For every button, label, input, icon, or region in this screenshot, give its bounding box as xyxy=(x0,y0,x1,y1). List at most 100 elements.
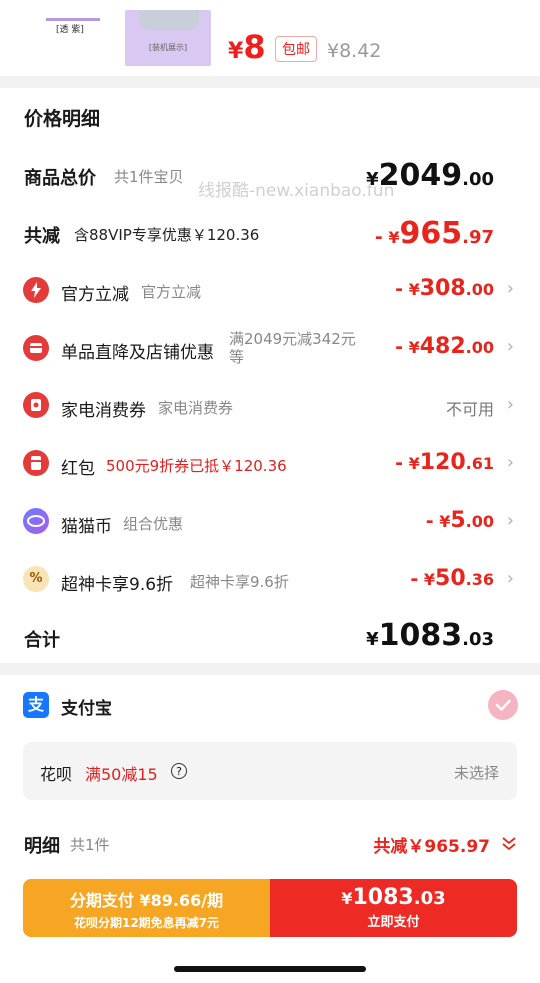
product-thumbnail-small[interactable]: [透 紫] xyxy=(38,4,106,44)
row-sub-line: 满2049元减342元 xyxy=(229,330,356,348)
row-amount[interactable]: - ¥50.36 xyxy=(410,566,494,591)
currency-symbol: ¥ xyxy=(228,39,244,64)
amount-decimal: .61 xyxy=(465,454,494,473)
thumbnail-label: [装机展示] xyxy=(148,43,188,52)
amount-integer: 482 xyxy=(419,334,466,359)
currency-symbol: ¥ xyxy=(423,570,436,589)
amount-integer: 1083 xyxy=(352,885,414,910)
chevron-right-icon[interactable]: › xyxy=(507,394,514,415)
amount-decimal: .03 xyxy=(413,888,446,909)
installment-sub-text: 花呗分期12期免息再减7元 xyxy=(73,916,220,930)
total-amount: ¥2049.00 xyxy=(366,158,494,193)
section-title: 价格明细 xyxy=(24,108,101,130)
breakdown-count: 共1件 xyxy=(70,836,110,854)
price-value: 8 xyxy=(243,28,266,66)
vip-discount-note: 含88VIP专享优惠￥120.36 xyxy=(74,226,260,244)
minus-sign: - xyxy=(395,336,403,358)
amount-decimal: .97 xyxy=(462,227,494,248)
minus-sign: - xyxy=(410,568,419,590)
status-text[interactable]: 不可用 xyxy=(446,396,494,420)
row-label[interactable]: 官方立减 xyxy=(61,280,129,305)
currency-symbol: ¥ xyxy=(341,889,353,908)
row-sub: 官方立减 xyxy=(141,283,202,301)
thumbnail-label: [透 紫] xyxy=(56,25,84,35)
shop-icon xyxy=(23,335,49,361)
pay-amount: ¥1083.03 xyxy=(270,885,517,910)
amount-integer: 5 xyxy=(450,508,466,533)
double-chevron-down-icon[interactable] xyxy=(500,834,518,856)
thumbnail-graphic xyxy=(46,10,100,21)
row-label[interactable]: 红包 xyxy=(61,454,95,479)
payment-method-label[interactable]: 支付宝 xyxy=(61,694,112,719)
huabei-promo: 满50减15 xyxy=(85,765,158,784)
section-divider xyxy=(0,76,540,88)
currency-symbol: ¥ xyxy=(366,629,379,650)
chevron-right-icon[interactable]: › xyxy=(507,336,514,357)
pay-now-label: 立即支付 xyxy=(367,915,420,930)
amount-decimal: .00 xyxy=(465,280,494,299)
total-count: 共1件宝贝 xyxy=(114,168,184,186)
row-sub: 超神卡享9.6折 xyxy=(190,573,289,591)
installment-pay-button[interactable]: 分期支付 ¥89.66/期 花呗分期12期免息再减7元 xyxy=(23,879,270,937)
currency-symbol: ¥ xyxy=(408,454,420,473)
product-price: ¥8 xyxy=(228,28,266,66)
amount-integer: 2049 xyxy=(378,158,463,193)
row-label[interactable]: 家电消费券 xyxy=(61,396,146,421)
row-label[interactable]: 单品直降及店铺优惠 xyxy=(61,338,214,363)
row-sub: 500元9折券已抵￥120.36 xyxy=(106,457,287,475)
chevron-right-icon[interactable]: › xyxy=(507,510,514,531)
alipay-icon: 支 xyxy=(23,692,49,718)
amount-decimal: .36 xyxy=(465,570,494,589)
row-sub: 满2049元减342元 等 xyxy=(229,330,356,366)
checkmark-icon[interactable] xyxy=(488,690,518,720)
cat-coin-icon xyxy=(23,508,49,534)
pay-now-button[interactable]: ¥1083.03 立即支付 xyxy=(270,879,517,937)
watermark-text: 线报酷-new.xianbao.fun xyxy=(198,181,395,201)
amount-decimal: .03 xyxy=(462,629,494,650)
row-amount[interactable]: - ¥5.00 xyxy=(426,508,494,533)
row-amount[interactable]: - ¥482.00 xyxy=(395,334,494,359)
row-label[interactable]: 猫猫币 xyxy=(61,512,112,537)
currency-symbol: ¥ xyxy=(439,512,451,531)
currency-symbol: ¥ xyxy=(388,228,400,247)
reduce-label: 共减 xyxy=(24,226,60,247)
amount-integer: 50 xyxy=(435,566,466,591)
chevron-right-icon[interactable]: › xyxy=(507,278,514,299)
red-packet-icon xyxy=(23,450,49,476)
breakdown-label: 明细 xyxy=(24,836,60,857)
chevron-right-icon[interactable]: › xyxy=(507,452,514,473)
original-price: ¥8.42 xyxy=(327,40,382,62)
minus-sign: - xyxy=(395,278,403,300)
free-shipping-badge: 包邮 xyxy=(275,36,317,62)
amount-integer: 308 xyxy=(419,276,466,301)
amount-integer: 1083 xyxy=(378,618,463,653)
currency-symbol: ¥ xyxy=(408,280,420,299)
amount-integer: 965 xyxy=(399,216,463,251)
chevron-right-icon[interactable]: › xyxy=(507,568,514,589)
minus-sign: - xyxy=(374,226,383,248)
huabei-status[interactable]: 未选择 xyxy=(454,762,499,783)
row-sub: 家电消费券 xyxy=(158,399,234,417)
section-divider xyxy=(0,663,540,675)
product-thumbnail[interactable]: [装机展示] xyxy=(125,10,211,66)
row-label[interactable]: 超神卡享9.6折 xyxy=(61,570,173,595)
row-amount[interactable]: - ¥120.61 xyxy=(395,450,494,475)
huabei-label: 花呗 xyxy=(40,765,73,784)
row-sub: 组合优惠 xyxy=(123,515,184,533)
amount-integer: 120 xyxy=(419,450,466,475)
breakdown-total-reduce[interactable]: 共减￥965.97 xyxy=(373,832,490,857)
device-graphic xyxy=(139,10,199,30)
amount-decimal: .00 xyxy=(465,512,494,531)
installment-main-text: 分期支付 ¥89.66/期 xyxy=(69,891,224,910)
reduce-amount: - ¥965.97 xyxy=(375,216,494,251)
home-indicator[interactable] xyxy=(174,966,366,972)
row-sub-line: 等 xyxy=(229,348,245,366)
amount-decimal: .00 xyxy=(462,169,494,190)
lightning-icon xyxy=(23,277,49,303)
currency-symbol: ¥ xyxy=(366,169,379,190)
minus-sign: - xyxy=(395,452,403,474)
total-label: 商品总价 xyxy=(24,168,96,189)
row-amount[interactable]: - ¥308.00 xyxy=(395,276,494,301)
help-icon[interactable]: ? xyxy=(171,763,187,779)
minus-sign: - xyxy=(425,510,434,532)
